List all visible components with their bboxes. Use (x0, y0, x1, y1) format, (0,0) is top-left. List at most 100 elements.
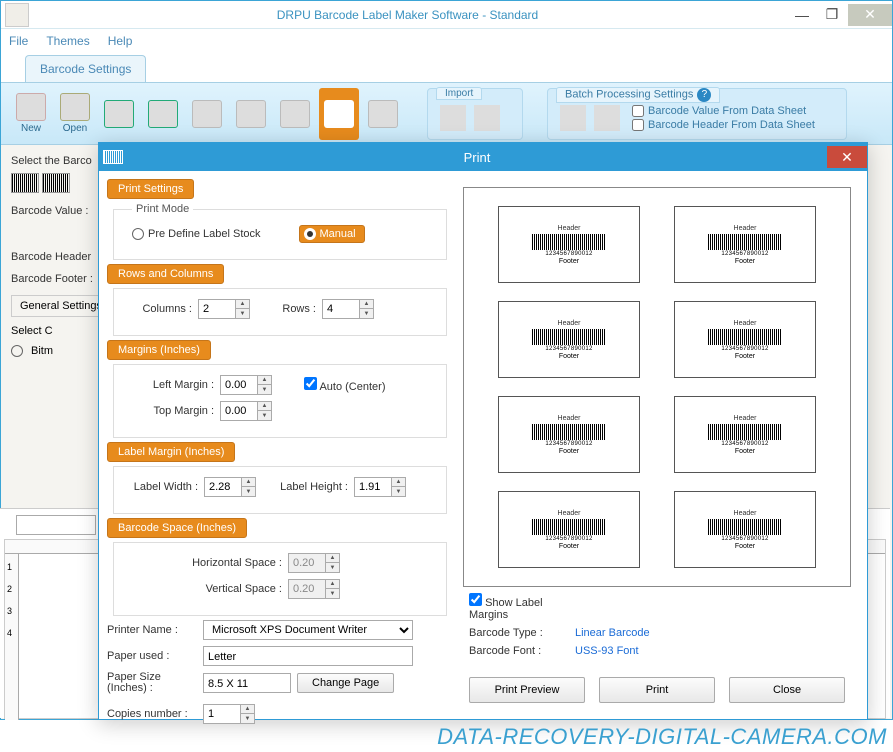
barcode-font-link[interactable]: USS-93 Font (575, 645, 639, 657)
watermark-text: DATA-RECOVERY-DIGITAL-CAMERA.COM (437, 724, 887, 750)
radio-predefine-label[interactable]: Pre Define Label Stock (132, 228, 261, 240)
spin-up-icon[interactable]: ▲ (242, 478, 255, 487)
preview-label: Header1234567890012Footer (674, 206, 816, 283)
label-preview-grid: Header1234567890012Footer Header12345678… (463, 187, 851, 587)
spin-down-icon[interactable]: ▼ (236, 309, 249, 318)
spin-up-icon[interactable]: ▲ (241, 705, 254, 714)
help-icon[interactable]: ? (697, 88, 711, 102)
printer-select[interactable]: Microsoft XPS Document Writer (203, 620, 413, 640)
tab-barcode-settings[interactable]: Barcode Settings (25, 55, 146, 82)
saveas-icon (148, 100, 178, 128)
preview-label: Header1234567890012Footer (498, 206, 640, 283)
menubar: File Themes Help (1, 29, 892, 53)
preview-label: Header1234567890012Footer (674, 301, 816, 378)
paper-size-field: 8.5 X 11 (203, 673, 291, 693)
ribbon-btn-4[interactable] (143, 88, 183, 140)
label-height-spinner[interactable]: ▲▼ (354, 477, 406, 497)
preview-label: Header1234567890012Footer (674, 396, 816, 473)
dialog-close-button[interactable]: ✕ (827, 146, 867, 168)
show-margins-checkbox[interactable]: Show Label Margins (469, 593, 569, 621)
ribbon-btn-7[interactable] (275, 88, 315, 140)
left-margin-spinner[interactable]: ▲▼ (220, 375, 272, 395)
columns-input[interactable] (199, 300, 235, 318)
spin-up-icon[interactable]: ▲ (360, 300, 373, 309)
top-margin-input[interactable] (221, 402, 257, 420)
label-width-input[interactable] (205, 478, 241, 496)
barcode-sample-icon[interactable] (42, 173, 70, 193)
change-page-button[interactable]: Change Page (297, 673, 394, 693)
rows-input[interactable] (323, 300, 359, 318)
barcode-preview-icon (532, 329, 606, 345)
hspace-spinner: ▲▼ (288, 553, 340, 573)
barcode-sample-icon[interactable] (11, 173, 39, 193)
generic-icon (236, 100, 266, 128)
preview-label: Header1234567890012Footer (498, 491, 640, 568)
radio-manual-label[interactable]: Manual (299, 225, 365, 243)
auto-checkbox[interactable]: Auto (Center) (304, 377, 385, 393)
dialog-title: Print (127, 150, 827, 165)
preview-label: Header1234567890012Footer (498, 301, 640, 378)
chk-barcode-header[interactable]: Barcode Header From Data Sheet (632, 119, 815, 131)
spin-up-icon[interactable]: ▲ (258, 402, 271, 411)
columns-spinner[interactable]: ▲▼ (198, 299, 250, 319)
menu-themes[interactable]: Themes (46, 34, 89, 48)
menu-help[interactable]: Help (108, 34, 133, 48)
ribbon-btn-9[interactable] (363, 88, 403, 140)
menu-file[interactable]: File (9, 34, 28, 48)
chk-barcode-value[interactable]: Barcode Value From Data Sheet (632, 105, 815, 117)
barcode-preview-icon (532, 424, 606, 440)
ribbon-save[interactable] (99, 88, 139, 140)
margins-header: Margins (Inches) (107, 340, 211, 360)
spin-down-icon[interactable]: ▼ (392, 487, 405, 496)
canvas-tab[interactable] (16, 515, 96, 535)
dialog-titlebar: Print ✕ (99, 143, 867, 171)
ribbon-btn-5[interactable] (187, 88, 227, 140)
print-button[interactable]: Print (599, 677, 715, 703)
preview-label: Header1234567890012Footer (674, 491, 816, 568)
spin-down-icon[interactable]: ▼ (258, 385, 271, 394)
label-margin-header: Label Margin (Inches) (107, 442, 235, 462)
minimize-button[interactable]: — (788, 4, 816, 26)
close-button[interactable]: ✕ (848, 4, 892, 26)
barcode-preview-icon (708, 329, 782, 345)
print-icon (324, 100, 354, 128)
list-import-icon[interactable] (474, 105, 500, 131)
close-button[interactable]: Close (729, 677, 845, 703)
ribbon-print[interactable] (319, 88, 359, 140)
text-batch-icon[interactable] (594, 105, 620, 131)
print-preview-button[interactable]: Print Preview (469, 677, 585, 703)
spin-up-icon[interactable]: ▲ (258, 376, 271, 385)
excel-batch-icon[interactable] (560, 105, 586, 131)
spin-down-icon[interactable]: ▼ (258, 411, 271, 420)
new-icon (16, 93, 46, 121)
spin-up-icon[interactable]: ▲ (236, 300, 249, 309)
import-group: Import (427, 88, 523, 140)
label-width-spinner[interactable]: ▲▼ (204, 477, 256, 497)
print-settings-header: Print Settings (107, 179, 194, 199)
exit-icon (368, 100, 398, 128)
rows-spinner[interactable]: ▲▼ (322, 299, 374, 319)
barcode-type-link[interactable]: Linear Barcode (575, 627, 650, 639)
label-height-input[interactable] (355, 478, 391, 496)
top-margin-spinner[interactable]: ▲▼ (220, 401, 272, 421)
excel-import-icon[interactable] (440, 105, 466, 131)
general-settings-tab[interactable]: General Settings (11, 295, 111, 317)
copies-input[interactable] (204, 705, 240, 723)
spin-down-icon[interactable]: ▼ (360, 309, 373, 318)
spin-down-icon[interactable]: ▼ (242, 487, 255, 496)
spin-up-icon: ▲ (326, 554, 339, 563)
vspace-input (289, 580, 325, 598)
barcode-preview-icon (708, 519, 782, 535)
ribbon-new[interactable]: New (11, 88, 51, 140)
copies-spinner[interactable]: ▲▼ (203, 704, 255, 724)
preview-label: Header1234567890012Footer (498, 396, 640, 473)
save-icon (104, 100, 134, 128)
spin-down-icon: ▼ (326, 589, 339, 598)
paper-used-field: Letter (203, 646, 413, 666)
spin-up-icon[interactable]: ▲ (392, 478, 405, 487)
maximize-button[interactable]: ❐ (818, 4, 846, 26)
ribbon-btn-6[interactable] (231, 88, 271, 140)
left-margin-input[interactable] (221, 376, 257, 394)
spin-down-icon[interactable]: ▼ (241, 714, 254, 723)
ribbon-open[interactable]: Open (55, 88, 95, 140)
